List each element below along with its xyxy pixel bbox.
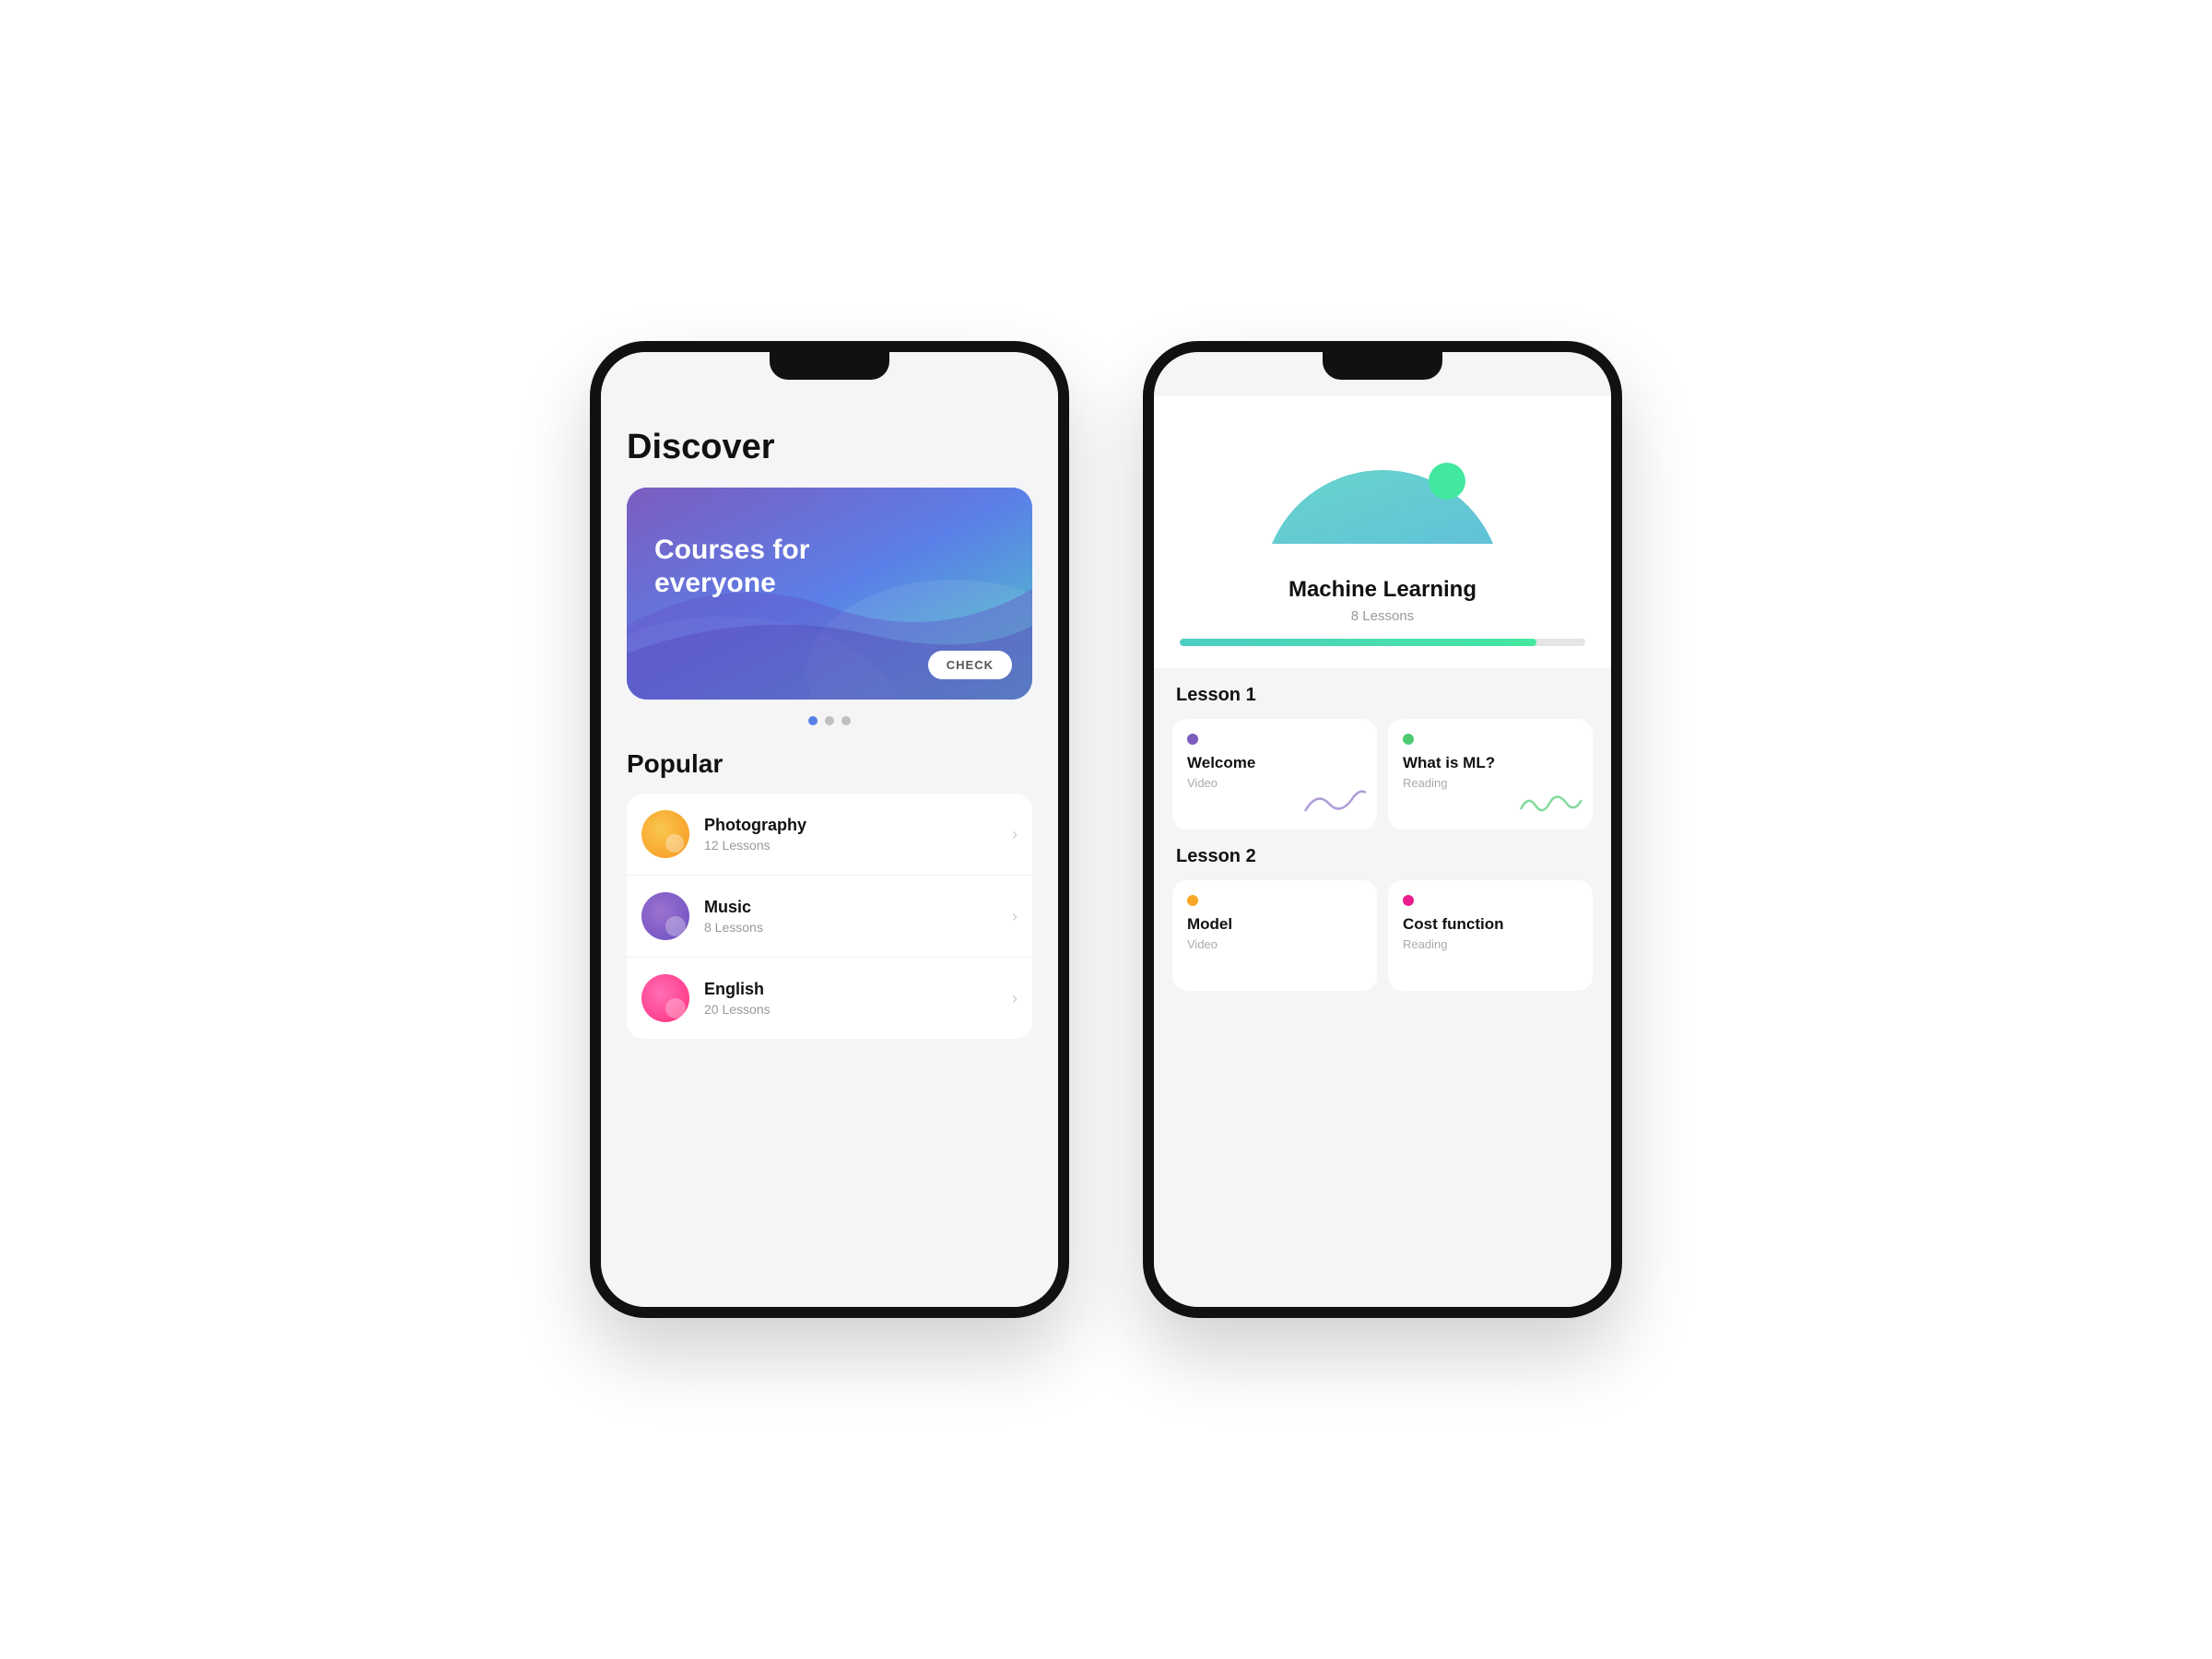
progress-bar — [1180, 639, 1585, 646]
list-item[interactable]: Photography 12 Lessons › — [627, 794, 1032, 876]
lesson-2-cards: Model Video Cost function Reading — [1172, 880, 1593, 991]
right-phone: Machine Learning 8 Lessons Lesson 1 Welc… — [1143, 341, 1622, 1318]
lesson-2-section: Lesson 2 Model Video Cost function Readi… — [1154, 846, 1611, 991]
dot-2[interactable] — [825, 716, 834, 725]
course-info: Photography 12 Lessons — [704, 816, 997, 853]
left-phone: Discover — [590, 341, 1069, 1318]
list-item[interactable]: Cost function Reading — [1388, 880, 1593, 991]
dot-3[interactable] — [841, 716, 851, 725]
check-button[interactable]: CHECK — [928, 651, 1012, 679]
card-title: Model — [1187, 915, 1362, 934]
music-icon — [641, 892, 689, 940]
progress-fill — [1180, 639, 1536, 646]
discover-screen: Discover — [601, 352, 1058, 1307]
course-name: Music — [704, 898, 997, 917]
wave-illustration — [1303, 783, 1368, 820]
list-item[interactable]: Welcome Video — [1172, 719, 1377, 830]
chevron-right-icon: › — [1012, 989, 1018, 1008]
dot-green-icon — [1403, 734, 1414, 745]
banner-dots — [627, 716, 1032, 725]
dot-orange-icon — [1187, 895, 1198, 906]
dot-pink-icon — [1403, 895, 1414, 906]
ml-course-title: Machine Learning — [1288, 577, 1477, 603]
card-type: Video — [1187, 937, 1362, 951]
popular-title: Popular — [627, 749, 1032, 779]
ml-header: Machine Learning 8 Lessons — [1154, 396, 1611, 668]
card-title: Cost function — [1403, 915, 1578, 934]
lesson-1-cards: Welcome Video What is ML? Reading — [1172, 719, 1593, 830]
english-icon — [641, 974, 689, 1022]
course-name: English — [704, 980, 997, 999]
dot-purple-icon — [1187, 734, 1198, 745]
course-info: Music 8 Lessons — [704, 898, 997, 935]
zigzag-illustration — [1519, 783, 1583, 820]
list-item[interactable]: What is ML? Reading — [1388, 719, 1593, 830]
list-item[interactable]: Model Video — [1172, 880, 1377, 991]
photography-icon — [641, 810, 689, 858]
course-lessons: 20 Lessons — [704, 1002, 997, 1017]
lesson-1-section: Lesson 1 Welcome Video What is ML? Rea — [1154, 685, 1611, 830]
course-lessons: 12 Lessons — [704, 838, 997, 853]
lesson-2-title: Lesson 2 — [1172, 846, 1593, 867]
card-title: What is ML? — [1403, 754, 1578, 772]
card-title: Welcome — [1187, 754, 1362, 772]
chevron-right-icon: › — [1012, 907, 1018, 926]
course-list: Photography 12 Lessons › Music 8 Lessons… — [627, 794, 1032, 1039]
lesson-1-title: Lesson 1 — [1172, 685, 1593, 706]
list-item[interactable]: Music 8 Lessons › — [627, 876, 1032, 958]
ml-illustration — [1263, 415, 1502, 562]
dot-1[interactable] — [808, 716, 818, 725]
course-info: English 20 Lessons — [704, 980, 997, 1017]
discover-title: Discover — [627, 428, 1032, 467]
banner-text: Courses for everyone — [654, 534, 809, 600]
course-name: Photography — [704, 816, 997, 835]
ml-screen: Machine Learning 8 Lessons Lesson 1 Welc… — [1154, 352, 1611, 1307]
course-lessons: 8 Lessons — [704, 920, 997, 935]
chevron-right-icon: › — [1012, 825, 1018, 844]
courses-banner[interactable]: Courses for everyone CHECK — [627, 488, 1032, 700]
list-item[interactable]: English 20 Lessons › — [627, 958, 1032, 1039]
ml-lessons-count: 8 Lessons — [1351, 608, 1414, 624]
card-type: Reading — [1403, 937, 1578, 951]
